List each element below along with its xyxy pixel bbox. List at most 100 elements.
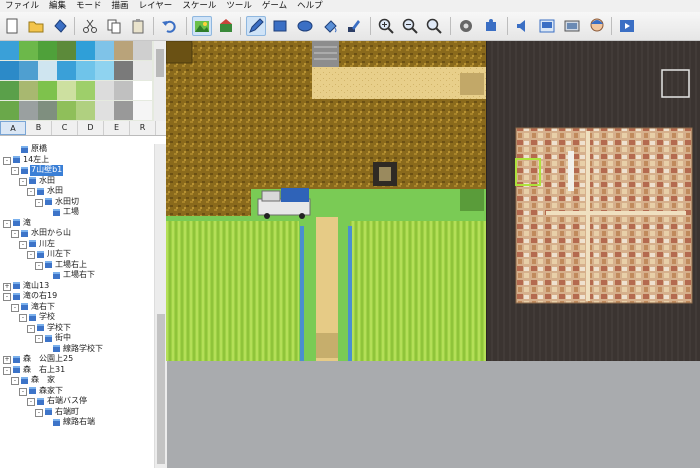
shadow-pen-button[interactable] <box>344 16 364 36</box>
tree-node[interactable]: - 14左上 <box>0 155 154 166</box>
plugin-button[interactable] <box>481 16 501 36</box>
tree-node[interactable]: - 学校 <box>0 312 154 323</box>
tree-node[interactable]: - 学校下 <box>0 323 154 334</box>
tree-node[interactable]: -滝 <box>0 218 154 229</box>
palette-tile[interactable] <box>57 81 76 100</box>
tree-node[interactable]: - 街中 <box>0 333 154 344</box>
tab-b[interactable]: B <box>26 121 52 135</box>
expand-icon[interactable]: + <box>3 356 11 364</box>
copy-button[interactable] <box>104 16 124 36</box>
collapse-icon[interactable]: - <box>35 335 43 343</box>
zoom-in-button[interactable] <box>376 16 396 36</box>
playtest-button[interactable] <box>617 16 637 36</box>
palette-tile[interactable] <box>38 81 57 100</box>
palette-tile[interactable] <box>114 41 133 60</box>
database-button[interactable] <box>456 16 476 36</box>
undo-button[interactable] <box>159 16 179 36</box>
collapse-icon[interactable]: - <box>11 303 19 312</box>
paste-button[interactable] <box>128 16 148 36</box>
menu-item-2[interactable]: モード <box>71 0 107 12</box>
tree-scroll-thumb[interactable] <box>157 314 165 464</box>
collapse-icon[interactable]: - <box>27 398 35 406</box>
tab-d[interactable]: D <box>78 121 104 135</box>
palette-tile[interactable] <box>19 41 38 60</box>
palette-tile[interactable] <box>114 61 133 80</box>
collapse-icon[interactable]: - <box>11 167 19 175</box>
zoom-out-button[interactable] <box>400 16 420 36</box>
palette-tile[interactable] <box>57 61 76 80</box>
event-searcher-button[interactable] <box>537 16 557 36</box>
palette-tile[interactable] <box>133 101 152 120</box>
menu-item-0[interactable]: ファイル <box>0 0 44 12</box>
palette-tile[interactable] <box>133 61 152 80</box>
palette-tile[interactable] <box>133 81 152 100</box>
tree-node[interactable]: - 川左 <box>0 239 154 250</box>
palette-tile[interactable] <box>57 41 76 60</box>
collapse-icon[interactable]: - <box>19 177 27 186</box>
tree-node[interactable]: 工場 <box>0 207 154 218</box>
palette-scroll-thumb[interactable] <box>156 49 164 77</box>
tree-node[interactable]: - 滝右下 <box>0 302 154 313</box>
collapse-icon[interactable]: - <box>27 324 35 333</box>
collapse-icon[interactable]: - <box>19 240 27 249</box>
tree-node[interactable]: - 右端バス停 <box>0 396 154 407</box>
palette-tile[interactable] <box>95 101 114 120</box>
palette-tile[interactable] <box>19 101 38 120</box>
collapse-icon[interactable]: - <box>27 188 35 196</box>
palette-tile[interactable] <box>76 61 95 80</box>
menu-item-6[interactable]: ツール <box>221 0 257 12</box>
collapse-icon[interactable]: - <box>11 377 19 385</box>
palette-tile[interactable] <box>76 81 95 100</box>
tree-node[interactable]: - 水田 <box>0 176 154 187</box>
cut-button[interactable] <box>80 16 100 36</box>
tree-node[interactable]: - 工場右上 <box>0 260 154 271</box>
tree-node[interactable]: 線路学校下 <box>0 344 154 355</box>
tree-node[interactable]: - 右端町 <box>0 407 154 418</box>
collapse-icon[interactable]: - <box>19 387 27 396</box>
tree-node[interactable]: - 7山壁b1 <box>0 165 154 176</box>
tileset-palette[interactable] <box>0 41 154 121</box>
palette-tile[interactable] <box>95 61 114 80</box>
tree-node[interactable]: -森 家 <box>0 375 154 386</box>
palette-tile[interactable] <box>38 61 57 80</box>
collapse-icon[interactable]: - <box>35 261 43 270</box>
collapse-icon[interactable]: - <box>3 293 11 301</box>
menu-item-7[interactable]: ゲーム <box>257 0 292 12</box>
palette-tile[interactable] <box>38 101 57 120</box>
tree-node[interactable]: - 森 右上31 <box>0 365 154 376</box>
tree-node[interactable]: - 滝の右19 <box>0 291 154 302</box>
tab-e[interactable]: E <box>104 121 130 135</box>
tab-c[interactable]: C <box>52 121 78 135</box>
zoom-actual-button[interactable] <box>424 16 444 36</box>
palette-tile[interactable] <box>114 81 133 100</box>
tree-node[interactable]: - 水田 <box>0 186 154 197</box>
palette-tile[interactable] <box>0 61 19 80</box>
tree-node[interactable]: - 川左下 <box>0 249 154 260</box>
menu-item-1[interactable]: 編集 <box>44 0 71 12</box>
rectangle-button[interactable] <box>270 16 290 36</box>
palette-tile[interactable] <box>19 61 38 80</box>
menu-item-3[interactable]: 描画 <box>107 0 134 12</box>
collapse-icon[interactable]: - <box>3 366 11 375</box>
collapse-icon[interactable]: - <box>19 314 27 322</box>
palette-tile[interactable] <box>95 81 114 100</box>
open-button[interactable] <box>26 16 46 36</box>
palette-tile[interactable] <box>0 101 19 120</box>
tree-node[interactable]: 工場右下 <box>0 270 154 281</box>
palette-tile[interactable] <box>76 41 95 60</box>
palette-tile[interactable] <box>19 81 38 100</box>
tree-node[interactable]: 線路右端 <box>0 417 154 428</box>
collapse-icon[interactable]: - <box>11 230 19 238</box>
tree-node[interactable]: - 森家下 <box>0 386 154 397</box>
resource-manager-button[interactable] <box>562 16 582 36</box>
collapse-icon[interactable]: - <box>35 198 43 207</box>
map-canvas[interactable] <box>166 41 700 361</box>
sound-test-button[interactable] <box>513 16 533 36</box>
fill-button[interactable] <box>320 16 340 36</box>
map-editor-view[interactable] <box>166 41 700 361</box>
menu-item-5[interactable]: スケール <box>177 0 221 12</box>
palette-tile[interactable] <box>0 41 19 60</box>
collapse-icon[interactable]: - <box>27 251 35 259</box>
palette-tile[interactable] <box>133 41 152 60</box>
tab-a[interactable]: A <box>0 121 26 135</box>
